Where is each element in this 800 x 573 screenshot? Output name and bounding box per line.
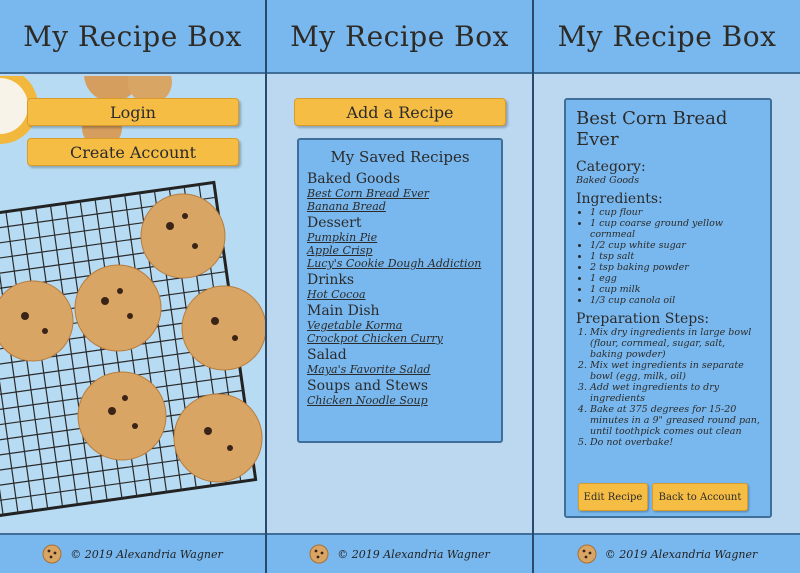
steps-heading: Preparation Steps: — [576, 311, 710, 327]
app-title: My Recipe Box — [557, 19, 777, 53]
category-heading: Main Dish — [307, 303, 380, 319]
ingredient-item: 1/3 cup canola oil — [590, 295, 760, 306]
recipe-link[interactable]: Hot Cocoa — [307, 288, 493, 301]
edit-recipe-button[interactable]: Edit Recipe — [578, 483, 648, 511]
recipe-link[interactable]: Vegetable Korma — [307, 319, 493, 332]
header: My Recipe Box — [0, 0, 265, 74]
ingredients-heading: Ingredients: — [576, 191, 663, 207]
header: My Recipe Box — [267, 0, 532, 74]
recipe-link[interactable]: Pumpkin Pie — [307, 231, 493, 244]
category-heading: Soups and Stews — [307, 378, 429, 394]
ingredient-item: 1/2 cup white sugar — [590, 240, 760, 251]
copyright-text: © 2019 Alexandria Wagner — [604, 547, 758, 561]
copyright-text: © 2019 Alexandria Wagner — [337, 547, 490, 561]
step-item: Add wet ingredients to dry ingredients — [590, 382, 760, 404]
category-group: Baked Goods Best Corn Bread Ever Banana … — [307, 171, 493, 214]
footer: © 2019 Alexandria Wagner — [267, 533, 532, 573]
saved-recipes-box: My Saved Recipes Baked Goods Best Corn B… — [297, 138, 503, 443]
recipe-link[interactable]: Banana Bread — [307, 200, 493, 213]
ingredient-item: 1 egg — [590, 273, 760, 284]
header: My Recipe Box — [534, 0, 800, 74]
app-title: My Recipe Box — [23, 19, 242, 53]
recipes-panel: My Recipe Box Add a Recipe My Saved Reci… — [267, 0, 532, 573]
create-account-button[interactable]: Create Account — [27, 138, 239, 166]
category-group: Drinks Hot Cocoa — [307, 272, 493, 302]
add-recipe-button[interactable]: Add a Recipe — [294, 98, 506, 126]
step-item: Mix dry ingredients in large bowl (flour… — [590, 327, 760, 360]
ingredient-item: 2 tsp baking powder — [590, 262, 760, 273]
login-button[interactable]: Login — [27, 98, 239, 126]
ingredient-item: 1 cup flour — [590, 207, 760, 218]
back-to-account-button[interactable]: Back to Account — [652, 483, 748, 511]
recipe-link[interactable]: Maya's Favorite Salad — [307, 363, 493, 376]
saved-recipes-title: My Saved Recipes — [330, 148, 470, 166]
cookie-icon — [577, 544, 597, 564]
step-item: Bake at 375 degrees for 15-20 minutes in… — [590, 404, 760, 437]
steps-list: Mix dry ingredients in large bowl (flour… — [590, 327, 760, 448]
recipe-detail-panel: My Recipe Box Best Corn Bread Ever Categ… — [534, 0, 800, 573]
recipe-link[interactable]: Apple Crisp — [307, 244, 493, 257]
recipe-link[interactable]: Crockpot Chicken Curry — [307, 332, 493, 345]
footer: © 2019 Alexandria Wagner — [534, 533, 800, 573]
login-panel: My Recipe Box Login Create Account © 201… — [0, 0, 265, 573]
recipe-link[interactable]: Lucy's Cookie Dough Addiction — [307, 257, 493, 270]
step-item: Do not overbake! — [590, 437, 760, 448]
category-heading: Baked Goods — [307, 171, 401, 187]
recipe-detail-card: Best Corn Bread Ever Category: Baked Goo… — [564, 98, 772, 518]
ingredients-list: 1 cup flour 1 cup coarse ground yellow c… — [590, 207, 760, 306]
app-title: My Recipe Box — [290, 19, 509, 53]
cookie-icon — [42, 544, 62, 564]
ingredient-item: 1 cup milk — [590, 284, 760, 295]
category-group: Dessert Pumpkin Pie Apple Crisp Lucy's C… — [307, 215, 493, 271]
category-heading: Dessert — [307, 215, 362, 231]
recipe-link[interactable]: Chicken Noodle Soup — [307, 394, 493, 407]
category-heading: Salad — [307, 347, 347, 363]
category-heading: Category: — [576, 159, 646, 175]
copyright-text: © 2019 Alexandria Wagner — [70, 547, 223, 561]
category-group: Main Dish Vegetable Korma Crockpot Chick… — [307, 303, 493, 346]
ingredient-item: 1 tsp salt — [590, 251, 760, 262]
category-heading: Drinks — [307, 272, 355, 288]
ingredient-item: 1 cup coarse ground yellow cornmeal — [590, 218, 760, 240]
step-item: Mix wet ingredients in separate bowl (eg… — [590, 360, 760, 382]
recipe-title: Best Corn Bread Ever — [576, 108, 728, 150]
recipe-link[interactable]: Best Corn Bread Ever — [307, 187, 493, 200]
footer: © 2019 Alexandria Wagner — [0, 533, 265, 573]
category-group: Soups and Stews Chicken Noodle Soup — [307, 378, 493, 408]
cookie-icon — [309, 544, 329, 564]
category-value: Baked Goods — [576, 175, 640, 186]
category-group: Salad Maya's Favorite Salad — [307, 347, 493, 377]
